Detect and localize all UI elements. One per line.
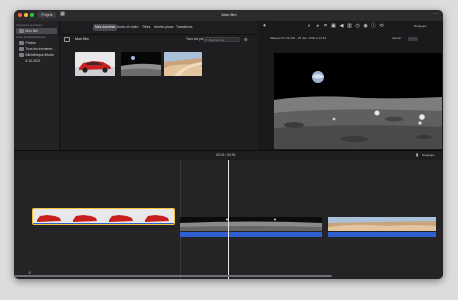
tab-arriere-plans[interactable]: Arrière-plans — [154, 24, 173, 31]
timeline-clip-car[interactable] — [32, 208, 175, 225]
audio-track-desert[interactable] — [328, 232, 436, 237]
settings-icon[interactable]: ⚙ — [244, 37, 248, 42]
film-icon — [19, 29, 24, 34]
library-icon — [19, 53, 24, 58]
browser-tabs: Mes données Audio et vidéo Titres Arrièr… — [60, 21, 257, 35]
stabilization-icon[interactable]: ▣ — [331, 24, 336, 29]
zoom-toggle[interactable] — [408, 37, 418, 41]
tab-transitions[interactable]: Transitions — [176, 24, 192, 31]
color-correction-icon[interactable]: ◕ — [315, 24, 320, 29]
sidebar-item-label: Photos — [25, 41, 36, 45]
speed-icon[interactable]: ◷ — [355, 24, 360, 29]
audio-meter-icon[interactable]: ▮ — [416, 152, 420, 158]
window-title: Mon film — [221, 12, 237, 17]
crop-icon[interactable]: ⌗ — [323, 24, 328, 29]
desert-thumbnail-image — [164, 52, 202, 76]
sidebar-item-mon-film[interactable]: Mon film — [16, 28, 57, 34]
grid-view-icon[interactable]: ▦ — [60, 12, 65, 17]
color-balance-icon[interactable]: ◐ — [307, 24, 312, 29]
sidebar-item-label: 6-10-2021 — [25, 59, 41, 63]
moon-clip-filmstrip — [180, 217, 322, 231]
media-browser: Mes données Audio et vidéo Titres Arrièr… — [60, 21, 257, 150]
sidebar-item-label: Bibliothèque iMovie — [25, 53, 55, 57]
clip-metadata: Masqué 07-24-202 - 25 déc. 2020 à 13:44 … — [258, 34, 443, 43]
magic-wand-icon[interactable]: ✦ — [262, 24, 267, 29]
event-icon — [19, 59, 24, 63]
car-clip-filmstrip — [33, 209, 174, 224]
clip-thumbnail-desert[interactable] — [164, 52, 202, 76]
timecode: 00:01 / 00:51 — [216, 153, 236, 157]
timeline-header: 00:01 / 00:51 ▮ Réglages — [14, 151, 443, 160]
filter-icon[interactable]: ◉ — [363, 24, 368, 29]
search-icon: ⌕ — [205, 37, 208, 42]
browser-subbar: Mon film Tous les plans Rechercher ⌕ ⚙ — [60, 35, 257, 44]
clip-metadata-text: Masqué 07-24-202 - 25 déc. 2020 à 13:44 — [270, 36, 327, 40]
sidebar-header-imports: Importées à présent — [16, 23, 43, 27]
viewer-screen — [274, 53, 442, 149]
noise-reduction-icon[interactable]: ▥ — [347, 24, 352, 29]
tab-titres[interactable]: Titres — [142, 24, 150, 31]
timeline-clip-moon[interactable] — [180, 217, 322, 231]
reset-icon[interactable]: ⟲ — [379, 24, 384, 29]
viewer-panel: ✦ ◐ ◕ ⌗ ▣ ◀ ▥ ◷ ◉ ⓘ ⟲ Réglages Masqué 07… — [258, 21, 443, 155]
minimize-window-button[interactable] — [24, 13, 28, 17]
more-icon[interactable]: ⋯ — [433, 12, 438, 17]
close-window-button[interactable] — [18, 13, 22, 17]
moon-earthrise-frame — [274, 53, 442, 149]
viewer-settings-label[interactable]: Réglages — [414, 24, 427, 29]
audio-track-moon[interactable] — [180, 232, 322, 237]
zoom-window-button[interactable] — [30, 13, 34, 17]
sidebar-item-label: Mon film — [25, 29, 38, 33]
tab-mes-donnees[interactable]: Mes données — [93, 24, 118, 31]
desert-clip-filmstrip — [328, 217, 436, 231]
timeline-scrollbar[interactable] — [14, 275, 332, 277]
clip-thumbnail-car[interactable] — [75, 52, 115, 76]
moon-thumbnail-image — [121, 52, 161, 76]
clip-thumbnail-moon[interactable] — [121, 52, 161, 76]
info-icon[interactable]: ⓘ — [371, 24, 376, 29]
playhead[interactable] — [228, 160, 229, 279]
projects-back-button[interactable]: Projets — [38, 12, 56, 18]
timeline-clip-desert[interactable] — [328, 217, 436, 231]
search-input[interactable]: Rechercher — [203, 37, 240, 42]
viewer-toolbar: ✦ ◐ ◕ ⌗ ▣ ◀ ▥ ◷ ◉ ⓘ ⟲ Réglages — [258, 21, 443, 33]
imovie-window: Projets ▦ Mon film ⋯ Importées à présent… — [14, 10, 443, 279]
sidebar-item-event-date[interactable]: 6-10-2021 — [16, 58, 57, 64]
timeline-settings-label[interactable]: Réglages — [422, 152, 435, 159]
tab-audio-video[interactable]: Audio et vidéo — [117, 24, 139, 31]
events-icon — [19, 47, 24, 52]
library-label: Mon film — [75, 37, 89, 41]
back-label: Projets — [41, 13, 53, 17]
sidebar-toggle-icon[interactable] — [64, 37, 70, 42]
volume-icon[interactable]: ◀ — [339, 24, 344, 29]
zoom-label: Ajuster — [392, 36, 402, 40]
car-thumbnail-image — [75, 52, 115, 76]
photos-icon — [19, 41, 24, 46]
libraries-sidebar: Importées à présent Mon film Liste de bi… — [14, 21, 60, 150]
sidebar-header-libraries: Liste de bibliothèques — [16, 35, 46, 39]
sidebar-item-label: Tous les événeme... — [25, 47, 55, 51]
